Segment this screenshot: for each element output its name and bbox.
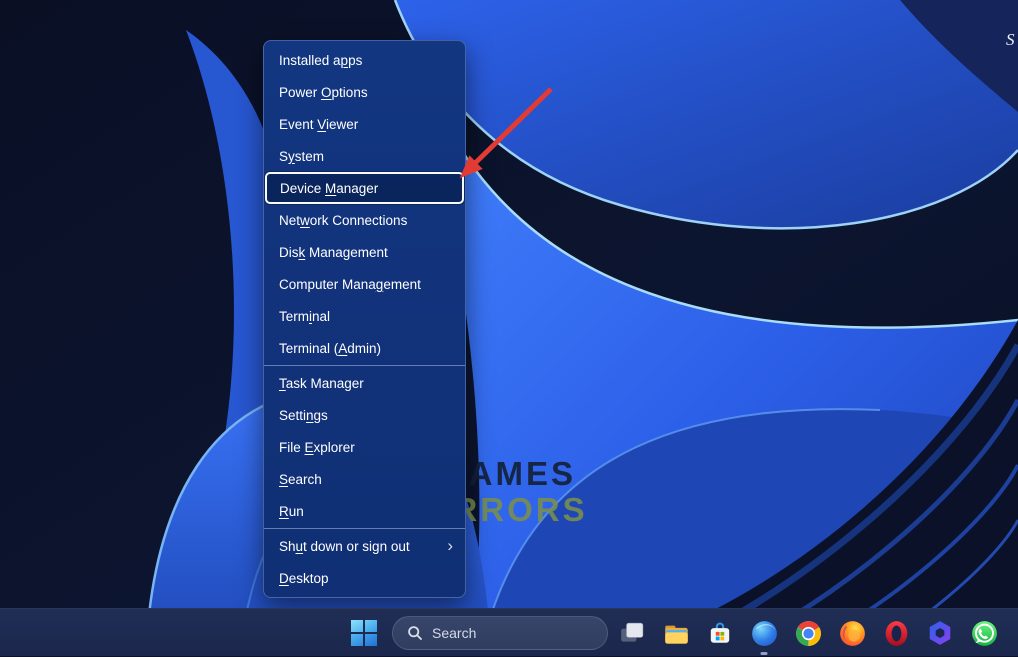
menu-item-search[interactable]: Search (264, 463, 465, 495)
task-view-icon (619, 620, 645, 646)
menu-item-label: System (279, 149, 324, 164)
start-logo-quadrant (365, 634, 377, 646)
menu-separator (264, 365, 465, 366)
menu-item-label: Terminal (279, 309, 330, 324)
menu-item-computer-management[interactable]: Computer Management (264, 268, 465, 300)
menu-item-label: Desktop (279, 571, 329, 586)
menu-item-terminal-admin[interactable]: Terminal (Admin) (264, 332, 465, 364)
start-button[interactable] (351, 620, 377, 646)
search-icon (407, 625, 423, 641)
menu-item-disk-management[interactable]: Disk Management (264, 236, 465, 268)
taskbar: Search (0, 608, 1018, 656)
firefox-button[interactable] (830, 609, 874, 657)
file-explorer-icon (663, 620, 690, 647)
edge-running-indicator (761, 652, 768, 655)
taskbar-icons (610, 609, 1006, 657)
opera-icon (883, 620, 910, 647)
opera-button[interactable] (874, 609, 918, 657)
microsoft-365-icon (927, 620, 953, 646)
menu-item-label: Disk Management (279, 245, 388, 260)
menu-item-network-connections[interactable]: Network Connections (264, 204, 465, 236)
menu-item-settings[interactable]: Settings (264, 399, 465, 431)
menu-item-device-manager[interactable]: Device Manager (265, 172, 464, 204)
menu-item-power-options[interactable]: Power Options (264, 76, 465, 108)
start-logo-quadrant (351, 620, 363, 632)
microsoft-365-button[interactable] (918, 609, 962, 657)
menu-item-label: Network Connections (279, 213, 407, 228)
menu-separator (264, 528, 465, 529)
firefox-icon (839, 620, 866, 647)
edge-button[interactable] (742, 609, 786, 657)
winx-context-menu: Installed apps Power Options Event Viewer S… (263, 40, 466, 598)
menu-item-label: Search (279, 472, 322, 487)
whatsapp-button[interactable] (962, 609, 1006, 657)
start-logo-quadrant (365, 620, 377, 632)
desktop-wallpaper (0, 0, 1018, 656)
menu-item-label: Run (279, 504, 304, 519)
menu-item-run[interactable]: Run (264, 495, 465, 527)
menu-item-label: Computer Management (279, 277, 421, 292)
menu-item-shut-down-or-sign-out[interactable]: Shut down or sign out › (264, 530, 465, 562)
task-view-button[interactable] (610, 609, 654, 657)
submenu-chevron-icon: › (447, 537, 453, 554)
menu-item-desktop[interactable]: Desktop (264, 562, 465, 594)
search-label: Search (432, 625, 476, 641)
menu-item-system[interactable]: System (264, 140, 465, 172)
microsoft-store-icon (707, 620, 733, 646)
menu-item-label: Power Options (279, 85, 368, 100)
menu-item-terminal[interactable]: Terminal (264, 300, 465, 332)
chrome-icon (795, 620, 822, 647)
whatsapp-icon (971, 620, 998, 647)
menu-item-installed-apps[interactable]: Installed apps (264, 44, 465, 76)
menu-item-label: Task Manager (279, 376, 364, 391)
chrome-button[interactable] (786, 609, 830, 657)
menu-item-label: Event Viewer (279, 117, 358, 132)
menu-item-task-manager[interactable]: Task Manager (264, 367, 465, 399)
menu-item-label: Device Manager (280, 181, 378, 196)
menu-item-file-explorer[interactable]: File Explorer (264, 431, 465, 463)
menu-item-label: Terminal (Admin) (279, 341, 381, 356)
microsoft-store-button[interactable] (698, 609, 742, 657)
menu-item-label: Settings (279, 408, 328, 423)
desktop-corner-text: S (1006, 30, 1015, 50)
start-logo-quadrant (351, 634, 363, 646)
menu-item-label: Installed apps (279, 53, 362, 68)
edge-icon (751, 620, 778, 647)
file-explorer-button[interactable] (654, 609, 698, 657)
menu-item-label: File Explorer (279, 440, 355, 455)
taskbar-search[interactable]: Search (392, 616, 608, 650)
menu-item-event-viewer[interactable]: Event Viewer (264, 108, 465, 140)
menu-item-label: Shut down or sign out (279, 539, 410, 554)
